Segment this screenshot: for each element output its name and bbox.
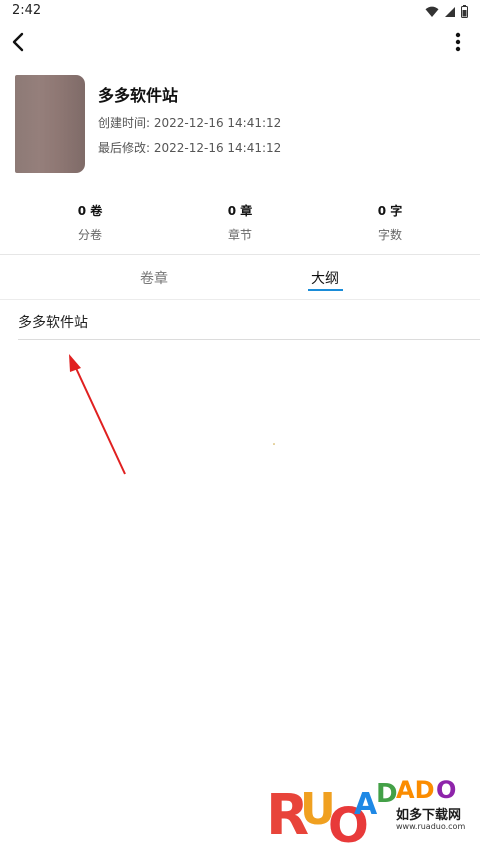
tab-outline[interactable]: 大纲 — [311, 268, 339, 288]
book-cover[interactable] — [15, 75, 85, 173]
signal-icon — [445, 6, 455, 17]
svg-text:D: D — [376, 779, 398, 809]
tab-chapters[interactable]: 卷章 — [140, 268, 168, 288]
watermark-logo: R U O A D AD O 如多下载网 www.ruaduo.com — [266, 768, 470, 846]
status-bar: 2:42 — [0, 0, 480, 24]
stat-volumes-value: 0 卷 — [77, 204, 103, 218]
outline-list-item[interactable]: 多多软件站 — [18, 312, 88, 332]
svg-text:A: A — [354, 787, 378, 822]
more-vert-icon — [455, 32, 461, 52]
created-time: 创建时间: 2022-12-16 14:41:12 — [98, 116, 282, 130]
tabs-divider — [0, 299, 480, 300]
svg-text:AD: AD — [396, 776, 435, 804]
back-arrow-icon — [12, 32, 24, 52]
status-icons — [425, 5, 468, 18]
book-title: 多多软件站 — [98, 86, 179, 105]
modified-time: 最后修改: 2022-12-16 14:41:12 — [98, 141, 282, 155]
outline-item-divider — [18, 339, 480, 340]
tab-active-indicator — [308, 289, 343, 291]
stat-chapters-value: 0 章 — [227, 204, 253, 218]
svg-text:O: O — [436, 776, 456, 804]
wifi-icon — [425, 6, 439, 17]
watermark-url: www.ruaduo.com — [396, 822, 466, 831]
stat-volumes-label: 分卷 — [77, 228, 102, 242]
back-button[interactable] — [4, 28, 32, 56]
stat-chapters-label: 章节 — [227, 228, 252, 242]
stat-words: 0 字 字数 — [340, 202, 440, 243]
watermark-cn-text: 如多下载网 — [396, 808, 462, 823]
status-time: 2:42 — [12, 3, 42, 18]
more-options-button[interactable] — [444, 28, 472, 56]
stat-words-label: 字数 — [377, 228, 402, 242]
stat-chapters: 0 章 章节 — [190, 202, 290, 243]
section-divider — [0, 254, 480, 255]
stat-words-value: 0 字 — [377, 204, 403, 218]
battery-icon — [461, 5, 468, 18]
stat-volumes: 0 卷 分卷 — [40, 202, 140, 243]
